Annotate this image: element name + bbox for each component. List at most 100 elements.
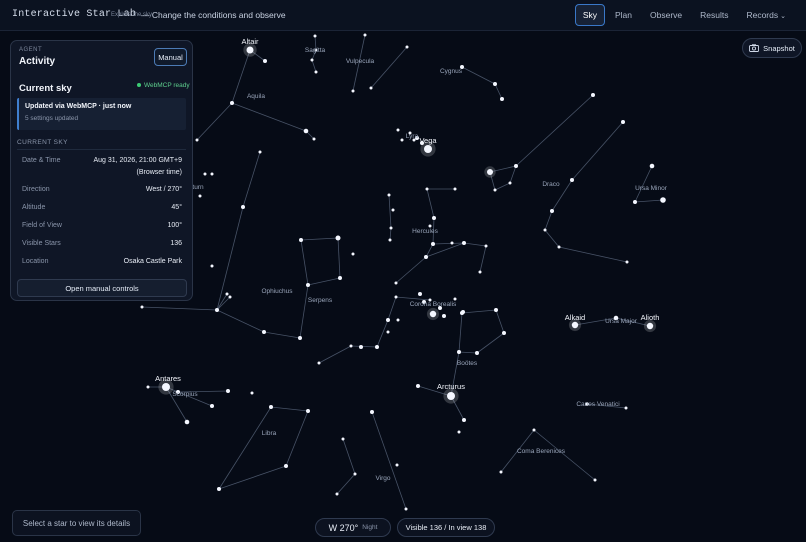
star[interactable] xyxy=(462,241,466,245)
star[interactable] xyxy=(313,34,317,38)
star[interactable] xyxy=(338,276,342,280)
star[interactable] xyxy=(400,138,404,142)
star[interactable] xyxy=(375,345,379,349)
star[interactable] xyxy=(370,410,374,414)
star[interactable] xyxy=(335,492,339,496)
star[interactable] xyxy=(230,101,234,105)
star[interactable] xyxy=(442,314,446,318)
star[interactable] xyxy=(475,351,479,355)
star[interactable] xyxy=(424,255,428,259)
star[interactable] xyxy=(625,260,629,264)
star[interactable] xyxy=(195,138,199,142)
star[interactable] xyxy=(462,418,466,422)
star[interactable] xyxy=(396,318,400,322)
star[interactable] xyxy=(312,137,316,141)
tab-records[interactable]: Records ⌄ xyxy=(738,4,794,26)
star[interactable] xyxy=(532,428,536,432)
star[interactable] xyxy=(351,89,355,93)
star[interactable] xyxy=(447,392,455,400)
snapshot-button[interactable]: Snapshot xyxy=(742,38,802,58)
star[interactable] xyxy=(353,472,357,476)
star[interactable] xyxy=(317,361,321,365)
star[interactable] xyxy=(391,208,395,212)
star[interactable] xyxy=(494,308,498,312)
star[interactable] xyxy=(570,178,574,182)
star[interactable] xyxy=(203,172,207,176)
star[interactable] xyxy=(593,478,597,482)
star[interactable] xyxy=(303,128,309,134)
star[interactable] xyxy=(502,331,506,335)
star[interactable] xyxy=(310,58,314,62)
star[interactable] xyxy=(359,345,363,349)
star[interactable] xyxy=(389,226,393,230)
star[interactable] xyxy=(258,150,262,154)
star[interactable] xyxy=(146,385,150,389)
tab-plan[interactable]: Plan xyxy=(607,4,640,26)
star[interactable] xyxy=(550,209,554,213)
star[interactable] xyxy=(386,330,390,334)
star[interactable] xyxy=(284,464,288,468)
star[interactable] xyxy=(341,437,345,441)
star[interactable] xyxy=(262,330,266,334)
star[interactable] xyxy=(140,305,144,309)
star[interactable] xyxy=(649,163,655,169)
star[interactable] xyxy=(457,430,461,434)
tab-sky[interactable]: Sky xyxy=(574,4,605,26)
star[interactable] xyxy=(453,187,457,191)
star[interactable] xyxy=(241,205,245,209)
star[interactable] xyxy=(386,318,390,322)
star[interactable] xyxy=(557,245,561,249)
star[interactable] xyxy=(215,308,219,312)
star[interactable] xyxy=(388,238,392,242)
star[interactable] xyxy=(225,292,229,296)
star[interactable] xyxy=(246,46,254,54)
star[interactable] xyxy=(349,344,353,348)
star[interactable] xyxy=(387,193,391,197)
star-label[interactable]: Antares xyxy=(155,374,181,383)
star[interactable] xyxy=(394,281,398,285)
star[interactable] xyxy=(228,295,232,299)
star[interactable] xyxy=(660,197,666,203)
star[interactable] xyxy=(404,507,408,511)
star[interactable] xyxy=(461,310,465,314)
tab-results[interactable]: Results xyxy=(692,4,736,26)
manual-button[interactable]: Manual xyxy=(154,48,187,66)
star-label[interactable]: Alkaid xyxy=(565,313,585,322)
star[interactable] xyxy=(396,128,400,132)
star[interactable] xyxy=(314,70,318,74)
star[interactable] xyxy=(591,93,595,97)
star[interactable] xyxy=(263,59,267,63)
star[interactable] xyxy=(210,404,214,408)
star[interactable] xyxy=(493,82,497,86)
star[interactable] xyxy=(429,310,437,318)
star-label[interactable]: Arcturus xyxy=(437,382,465,391)
star[interactable] xyxy=(250,391,254,395)
star[interactable] xyxy=(184,419,190,425)
star[interactable] xyxy=(335,235,341,241)
star[interactable] xyxy=(508,181,512,185)
tab-observe[interactable]: Observe xyxy=(642,4,690,26)
star[interactable] xyxy=(457,350,461,354)
open-manual-controls-button[interactable]: Open manual controls xyxy=(17,279,187,297)
star[interactable] xyxy=(487,169,493,175)
star[interactable] xyxy=(416,384,420,388)
star-label[interactable]: Alioth xyxy=(641,313,660,322)
star[interactable] xyxy=(306,409,310,413)
star[interactable] xyxy=(394,295,398,299)
star[interactable] xyxy=(298,336,302,340)
star[interactable] xyxy=(571,321,579,329)
star[interactable] xyxy=(646,322,654,330)
star[interactable] xyxy=(405,45,409,49)
star[interactable] xyxy=(500,97,504,101)
star[interactable] xyxy=(363,33,367,37)
star[interactable] xyxy=(624,406,628,410)
star-label[interactable]: Altair xyxy=(241,37,259,46)
star[interactable] xyxy=(484,244,488,248)
star[interactable] xyxy=(514,164,518,168)
star-label[interactable]: Vega xyxy=(419,136,437,145)
star[interactable] xyxy=(217,487,221,491)
star[interactable] xyxy=(450,241,454,245)
star[interactable] xyxy=(162,383,170,391)
star[interactable] xyxy=(306,283,310,287)
star[interactable] xyxy=(418,292,422,296)
